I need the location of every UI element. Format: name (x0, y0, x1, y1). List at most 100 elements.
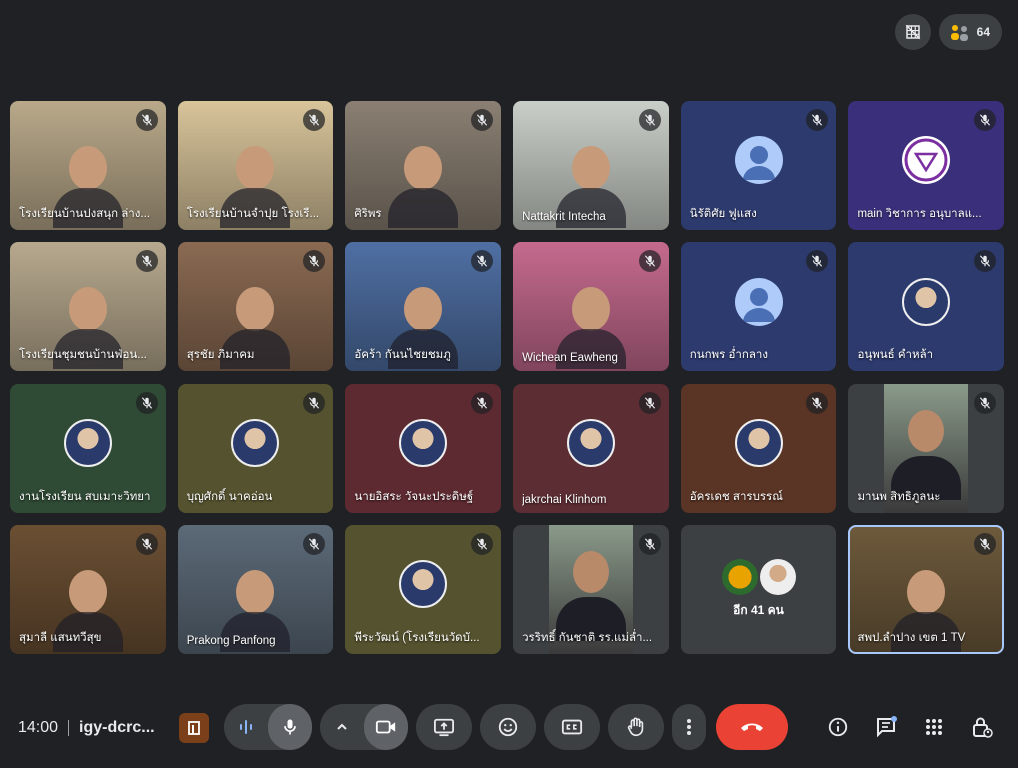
mic-off-icon (979, 538, 991, 550)
audio-options-button[interactable] (224, 704, 268, 750)
raise-hand-button[interactable] (608, 704, 664, 750)
more-options-button[interactable] (672, 704, 706, 750)
emoji-icon (498, 717, 518, 737)
participant-tile[interactable]: อัคร้า กันนไชยชมภู (345, 242, 501, 372)
school-logo-icon (902, 136, 951, 185)
participant-tile[interactable]: นายอิสระ วัจนะประดิษฐ์ (345, 383, 501, 513)
participant-tile[interactable]: โรงเรียนบ้านปงสนุก ล่าง... (10, 101, 166, 230)
muted-indicator (470, 391, 493, 414)
muted-indicator (470, 250, 493, 273)
mic-off-icon (476, 396, 487, 409)
muted-indicator (135, 391, 158, 414)
participant-tile[interactable]: Nattakrit Intecha (513, 101, 669, 230)
mic-off-icon (644, 396, 655, 409)
camera-options-button[interactable] (320, 704, 364, 750)
participant-name: นิรัติศัย ฟูแสง (689, 208, 757, 220)
mic-off-icon (644, 114, 655, 126)
meeting-details-button[interactable] (818, 704, 858, 750)
participant-name: สุรชัย ภิมาคม (186, 349, 255, 362)
participant-name: Nattakrit Intecha (522, 211, 606, 223)
audio-group (224, 704, 312, 750)
participant-name: วรริทธิ์ กันชาติ รร.แม่ล่ำ... (522, 631, 653, 644)
mic-off-icon (309, 396, 320, 409)
participant-count: 64 (976, 25, 990, 39)
muted-indicator (303, 532, 326, 555)
mic-off-icon (141, 114, 152, 126)
activity-app-button[interactable] (179, 713, 209, 743)
profile-photo (566, 418, 615, 467)
present-screen-icon (434, 718, 454, 737)
microphone-icon (284, 719, 296, 735)
activities-button[interactable] (914, 704, 954, 750)
host-controls-button[interactable] (962, 704, 1002, 750)
camera-group (320, 704, 408, 750)
participant-tile[interactable]: อนุพนธ์ คำหล้า (848, 242, 1004, 372)
meeting-info: 14:00 igy-dcrc... (18, 719, 155, 737)
participant-name: มานพ สิทธิภูลนะ (857, 490, 941, 503)
camera-button[interactable] (364, 704, 408, 750)
participant-grid: โรงเรียนบ้านปงสนุก ล่าง... โรงเรียนบ้านจำ… (10, 101, 1004, 654)
participant-name: Prakong Panfong (186, 634, 276, 647)
top-right-controls: 64 (894, 14, 1002, 50)
participant-tile[interactable]: อัครเดช สารบรรณ์ (680, 383, 837, 513)
leave-call-button[interactable] (716, 704, 788, 750)
mic-off-icon (141, 396, 152, 409)
participant-tile[interactable]: สุรชัย ภิมาคม (177, 242, 334, 372)
others-avatars (721, 558, 796, 595)
participant-tile[interactable]: jakrchai Klinhom (513, 383, 669, 513)
captions-button[interactable] (544, 704, 600, 750)
participant-tile[interactable]: สุมาลี แสนทวีสุข (10, 524, 166, 654)
participant-tile[interactable]: โรงเรียนบ้านจำปุย โรงเรี... (177, 101, 334, 230)
participant-tile[interactable]: โรงเรียนชุมชนบ้านฟ่อน... (10, 242, 166, 372)
participant-name: อัครเดช สารบรรณ์ (689, 490, 783, 503)
participants-button[interactable]: 64 (938, 14, 1002, 50)
profile-photo (902, 277, 951, 326)
chevron-up-icon (337, 723, 347, 730)
others-count-label: อีก 41 คน (733, 602, 784, 617)
participant-tile[interactable]: กนกพร อ่ำกลาง (680, 242, 837, 372)
muted-indicator (806, 109, 829, 131)
present-button[interactable] (416, 704, 472, 750)
participant-tile[interactable]: งานโรงเรียน สบเมาะวิทยา (10, 383, 166, 513)
muted-indicator (470, 532, 493, 555)
muted-indicator (135, 250, 158, 273)
profile-photo (63, 418, 112, 467)
participant-tile[interactable]: main วิชาการ อนุบาลแ... (848, 101, 1004, 230)
grid-off-icon (905, 24, 920, 40)
participant-tile[interactable]: มานพ สิทธิภูลนะ (848, 383, 1004, 513)
reactions-button[interactable] (480, 704, 536, 750)
participant-name: โรงเรียนบ้านจำปุย โรงเรี... (186, 208, 320, 220)
audio-levels-icon (240, 720, 252, 734)
participant-tile[interactable]: Prakong Panfong (177, 524, 334, 654)
profile-photo (231, 418, 280, 467)
participant-tile[interactable]: นิรัติศัย ฟูแสง (680, 101, 837, 230)
profile-photo (399, 560, 448, 609)
default-avatar-icon (734, 277, 783, 326)
muted-indicator (973, 391, 996, 414)
chat-button[interactable] (866, 704, 906, 750)
lock-person-icon (973, 717, 993, 738)
muted-indicator (135, 109, 158, 131)
more-vertical-icon (687, 719, 691, 735)
participant-tile[interactable]: ศิริพร (345, 101, 501, 230)
muted-indicator (638, 250, 661, 273)
meeting-code[interactable]: igy-dcrc... (79, 719, 155, 737)
default-avatar-icon (734, 136, 783, 185)
profile-photo (759, 558, 796, 595)
participant-tile[interactable]: สพป.ลำปาง เขต 1 TV (848, 524, 1004, 654)
mic-off-icon (644, 255, 655, 267)
participant-tile[interactable]: บุญศักดิ์ นาคอ่อน (177, 383, 334, 513)
participant-name: สพป.ลำปาง เขต 1 TV (857, 631, 966, 644)
participant-tile[interactable]: พีระวัฒน์ (โรงเรียนวัดบั... (345, 524, 501, 654)
door-icon (188, 721, 200, 735)
divider (68, 720, 70, 736)
no-video-indicator[interactable] (894, 14, 931, 50)
participant-tile[interactable]: วรริทธิ์ กันชาติ รร.แม่ล่ำ... (513, 524, 669, 654)
muted-indicator (470, 109, 493, 131)
muted-indicator (135, 532, 158, 555)
apps-grid-icon (926, 719, 942, 735)
microphone-button[interactable] (268, 704, 312, 750)
others-tile[interactable]: อีก 41 คน (680, 524, 837, 654)
mic-off-icon (979, 114, 991, 126)
participant-tile[interactable]: Wichean Eawheng (513, 242, 669, 372)
